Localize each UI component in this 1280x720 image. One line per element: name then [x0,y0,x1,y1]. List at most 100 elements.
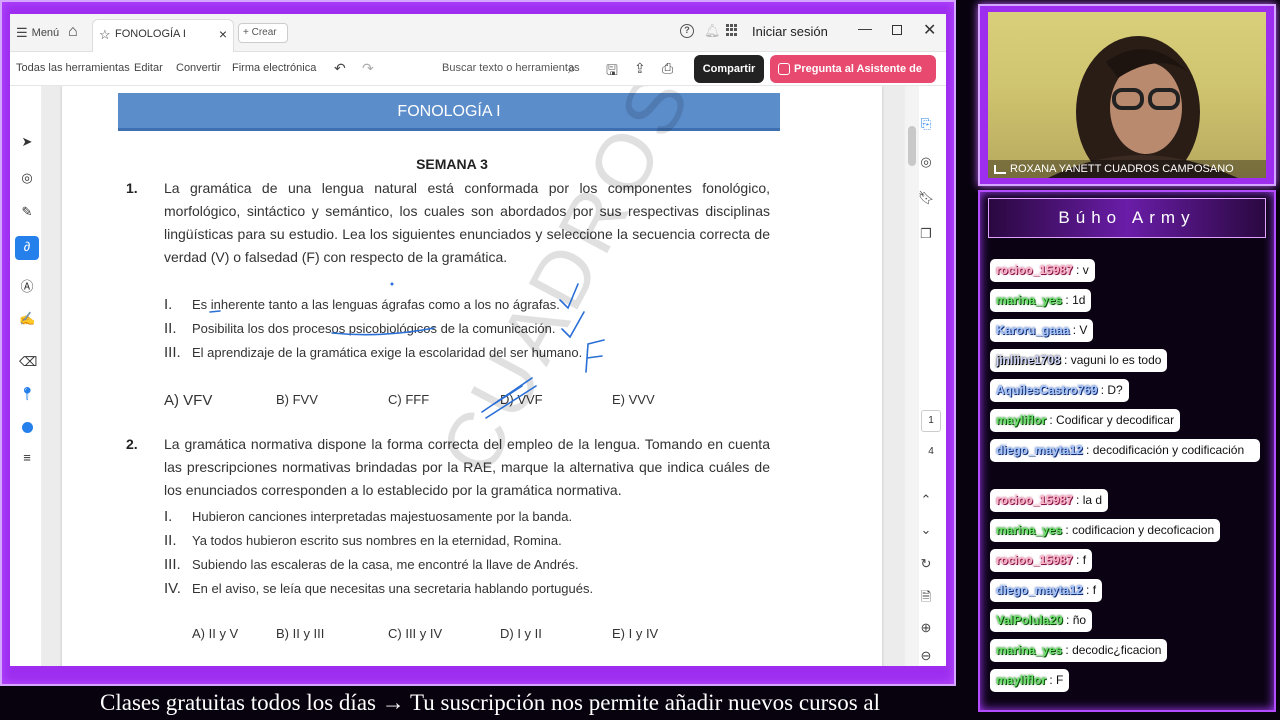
pin-icon[interactable]: 📍︎ [19,386,36,404]
save-icon[interactable]: 🖫︎ [606,60,618,84]
ink-underline [209,310,221,313]
total-pages: 4 [928,446,934,457]
pdf-viewer-window: ☰ Menú ⌂ ☆ FONOLOGÍA I × + Crear ? 🔔︎ In… [10,14,946,666]
title-bar: ☰ Menú ⌂ ☆ FONOLOGÍA I × + Crear ? 🔔︎ In… [10,14,946,52]
chat-text: V [1079,323,1088,337]
menu-all-tools[interactable]: Todas las herramientas [16,62,130,74]
signal-icon [994,165,1006,174]
chat-username[interactable]: marina_yes [996,643,1062,657]
chat-username[interactable]: marina_yes [996,523,1062,537]
chat-text: decodificación y codificación [1092,443,1245,457]
chat-message: Karoru_gaaa : V [990,319,1094,342]
menu-convert[interactable]: Convertir [176,62,221,74]
chevron-up-icon[interactable]: ⌃ [917,492,935,508]
chat-username[interactable]: rocioo_15987 [996,553,1073,567]
chat-text: decodic¿ficacion [1072,643,1162,657]
ink-checkmark [559,283,579,310]
chat-text: F [1056,673,1064,687]
document-viewport[interactable]: FONOLOGÍA I SEMANA 3 1. La gramática de … [42,86,904,666]
ink-annotations [209,282,605,419]
chat-message: mayliflor : F [990,669,1070,692]
menu-edit[interactable]: Editar [134,62,163,74]
chat-text: Codificar y decodificar [1056,413,1175,427]
presenter-silhouette [1048,36,1238,178]
ink-dot [390,282,394,286]
maximize-icon[interactable] [892,25,902,35]
chat-text: la d [1082,493,1103,507]
left-tool-rail: ➤ ◎ ✎ ∂ Ⓐ ✍ ⌫ 📍︎ ≡ [10,86,42,666]
chat-text: f [1082,553,1087,567]
menu-button[interactable]: ☰ Menú [16,25,59,41]
chat-username[interactable]: Karoru_gaaa [996,323,1069,337]
comments-panel-icon[interactable]: ◎ [917,154,935,170]
chat-separator: : [1062,613,1073,627]
undo-icon[interactable]: ↶ [334,60,346,77]
zoom-in-icon[interactable]: ⊕ [917,620,935,636]
close-window-icon[interactable]: ✕ [923,20,936,40]
cursor-icon[interactable]: ➤ [19,134,35,152]
chat-message: diego_mayta12 : decodificación y codific… [990,439,1260,462]
pen-icon[interactable]: ✎ [19,204,35,222]
chat-username[interactable]: rocioo_15987 [996,263,1073,277]
menu-esign[interactable]: Firma electrónica [232,62,316,74]
chevron-down-icon[interactable]: ⌄ [917,522,935,538]
chat-message: rocioo_15987 : la d [990,489,1109,512]
chat-message: AquilesCastro769 : D? [990,379,1129,402]
tab-fonologia[interactable]: ☆ FONOLOGÍA I × [92,19,234,52]
new-tab-label: Crear [251,27,277,38]
chat-message: marina_yes : codificacion y decoficacion [990,519,1221,542]
signin-button[interactable]: Iniciar sesión [752,24,828,39]
star-icon[interactable]: ☆ [99,27,111,43]
screen-share-frame: ☰ Menú ⌂ ☆ FONOLOGÍA I × + Crear ? 🔔︎ In… [0,0,956,686]
chat-username[interactable]: mayliflor [996,413,1046,427]
chat-username[interactable]: AquilesCastro769 [996,383,1097,397]
new-tab-button[interactable]: + Crear [238,23,288,43]
presenter-name-label: ROXANA YANETT CUADROS CAMPOSANO [988,160,1266,178]
color-swatch[interactable] [22,422,33,433]
print-icon[interactable]: ⎙ [662,60,673,77]
chat-separator: : [1069,323,1080,337]
chat-separator: : [1062,643,1073,657]
ai-summary-icon[interactable]: ⎘ [917,116,935,132]
close-tab-icon[interactable]: × [219,26,227,42]
bell-icon[interactable]: 🔔︎ [704,23,721,39]
chat-username[interactable]: jinliine1708 [996,353,1061,367]
help-icon[interactable]: ? [680,24,694,38]
ink-underline [331,327,435,336]
chat-username[interactable]: rocioo_15987 [996,493,1073,507]
freehand-icon: ∂ [23,239,31,254]
chat-username[interactable]: mayliflor [996,673,1046,687]
text-select-icon[interactable]: Ⓐ [19,276,35,294]
stamp-icon[interactable]: ✍ [19,311,35,329]
presenter-name: ROXANA YANETT CUADROS CAMPOSANO [1010,163,1234,175]
chat-username[interactable]: ValPolula20 [996,613,1063,627]
eraser-icon[interactable]: ⌫ [19,354,37,372]
zoom-out-icon[interactable]: ⊖ [917,648,935,664]
search-icon[interactable]: ⌕ [568,60,576,77]
chat-username[interactable]: diego_mayta12 [996,443,1083,457]
page-fit-icon[interactable]: 🗎︎ [917,588,935,610]
chat-username[interactable]: marina_yes [996,293,1062,307]
toolbar: Todas las herramientas Editar Convertir … [10,52,946,103]
chat-message: rocioo_15987 : v [990,259,1095,282]
bookmark-icon[interactable]: 🔖︎ [917,190,935,206]
apps-grid-icon[interactable] [726,24,738,36]
ink-f-mark [585,339,605,373]
refresh-icon[interactable]: ↻ [917,556,935,572]
redo-icon[interactable]: ↷ [362,60,374,77]
pages-icon[interactable]: ❐ [917,226,935,242]
search-field[interactable]: Buscar texto o herramientas [442,62,580,74]
chat-separator: : [1060,353,1071,367]
share-button[interactable]: Compartir [694,55,764,83]
upload-icon[interactable]: ⇪ [634,60,646,77]
more-tools-icon[interactable]: ≡ [19,450,35,468]
comment-icon[interactable]: ◎ [19,170,35,188]
current-page-field[interactable]: 1 [921,410,941,432]
scroll-thumb[interactable] [908,126,916,166]
chat-username[interactable]: diego_mayta12 [996,583,1083,597]
ai-assistant-button[interactable]: Pregunta al Asistente de IA [770,55,936,103]
chat-separator: : [1062,293,1073,307]
minimize-icon[interactable]: — [858,20,872,36]
home-icon[interactable]: ⌂ [68,23,78,41]
vertical-scrollbar[interactable] [905,86,919,666]
